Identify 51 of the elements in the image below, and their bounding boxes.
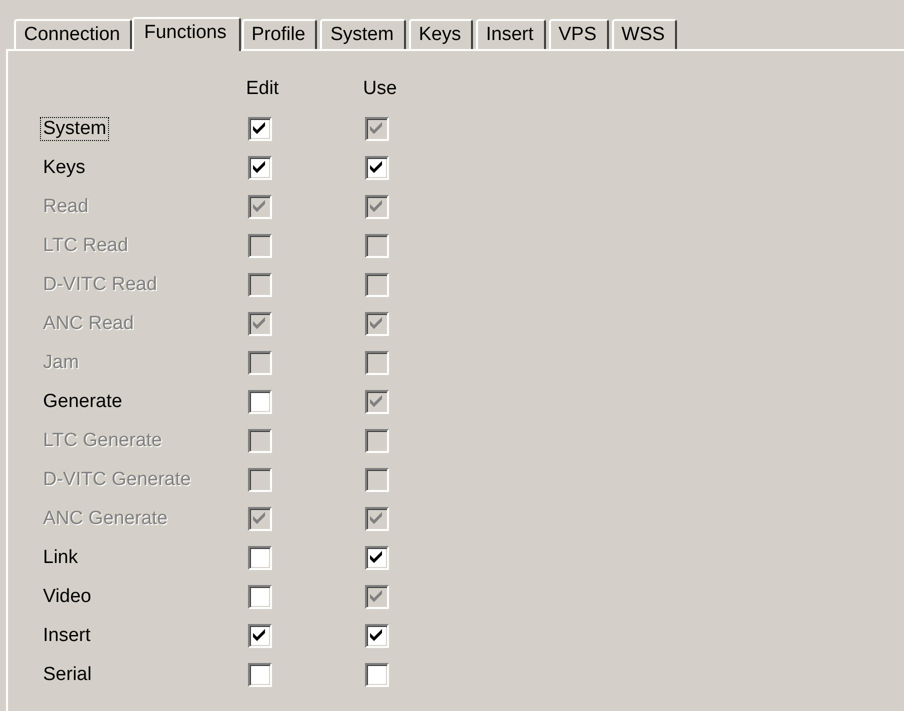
check-icon — [253, 628, 267, 642]
check-icon — [253, 160, 267, 174]
check-icon — [370, 550, 384, 564]
check-icon — [253, 512, 267, 526]
checkbox-label: Read — [42, 194, 90, 218]
checkbox-label: Serial — [42, 662, 93, 686]
checkbox-label: LTC Generate — [42, 428, 163, 452]
check-icon — [370, 628, 384, 642]
check-icon — [253, 122, 267, 136]
check-icon — [370, 394, 384, 408]
checkbox[interactable] — [365, 624, 389, 648]
check-icon — [370, 512, 384, 526]
checkbox[interactable] — [365, 156, 389, 180]
check-icon — [253, 200, 267, 214]
tab[interactable]: Connection — [14, 19, 132, 49]
column-header: Use — [363, 78, 397, 99]
tab[interactable]: Insert — [476, 19, 546, 49]
checkbox-label: ANC Read — [42, 312, 135, 336]
checkbox-label: System — [40, 116, 110, 140]
checkbox-label: Video — [42, 584, 92, 608]
checkbox[interactable] — [365, 662, 389, 686]
checkbox-label: Jam — [42, 350, 80, 374]
checkbox[interactable] — [248, 546, 272, 570]
checkbox-label: ANC Generate — [42, 506, 169, 530]
check-icon — [370, 200, 384, 214]
checkbox-label: Insert — [42, 624, 92, 648]
checkbox-label: D-VITC Read — [42, 272, 158, 296]
tab[interactable]: Functions — [132, 17, 240, 51]
checkbox[interactable] — [365, 546, 389, 570]
tab[interactable]: WSS — [612, 19, 677, 49]
checkbox[interactable] — [248, 390, 272, 414]
tab[interactable]: Keys — [408, 19, 473, 49]
checkbox[interactable] — [248, 624, 272, 648]
checkbox-label: D-VITC Generate — [42, 468, 192, 492]
check-icon — [370, 122, 384, 136]
checkbox-label: LTC Read — [42, 234, 130, 258]
check-icon — [253, 316, 267, 330]
checkbox[interactable] — [248, 116, 272, 140]
check-icon — [370, 316, 384, 330]
tab[interactable]: System — [320, 19, 406, 49]
checkbox[interactable] — [248, 662, 272, 686]
column-header: Edit — [246, 78, 279, 99]
checkbox-label: Generate — [42, 390, 124, 414]
checkbox[interactable] — [248, 156, 272, 180]
tab[interactable]: Profile — [242, 19, 318, 49]
check-icon — [370, 160, 384, 174]
tab[interactable]: VPS — [548, 19, 609, 49]
checkbox-label: Link — [42, 546, 79, 570]
checkbox[interactable] — [248, 584, 272, 608]
check-icon — [370, 590, 384, 604]
checkbox-label: Keys — [42, 156, 86, 180]
